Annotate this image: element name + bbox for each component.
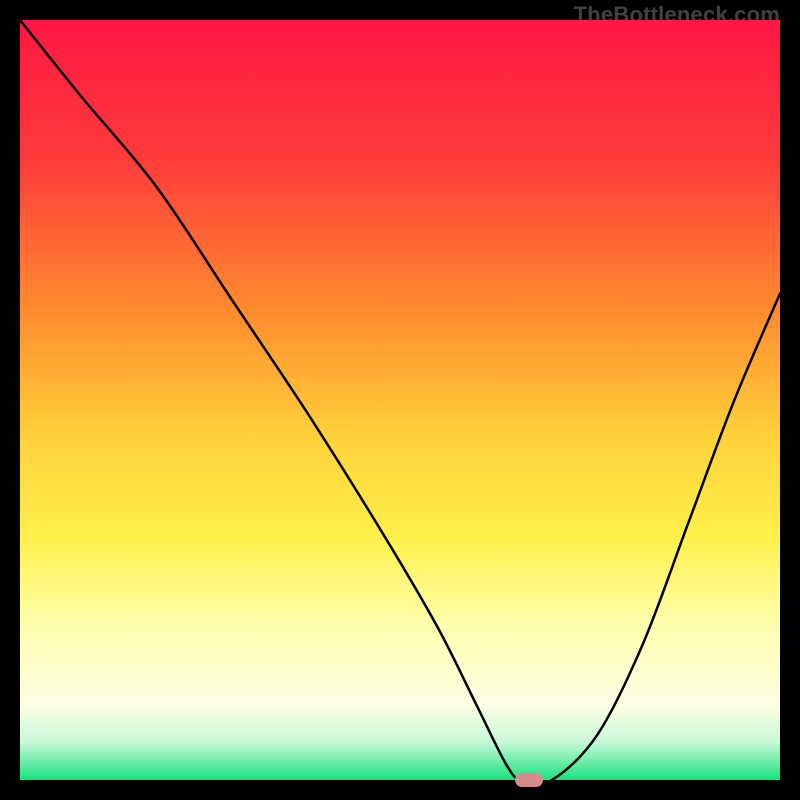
gradient-background	[20, 20, 780, 780]
plot-svg	[20, 20, 780, 780]
plot-area	[20, 20, 780, 780]
chart-frame: TheBottleneck.com	[0, 0, 800, 800]
optimal-marker	[515, 773, 543, 787]
